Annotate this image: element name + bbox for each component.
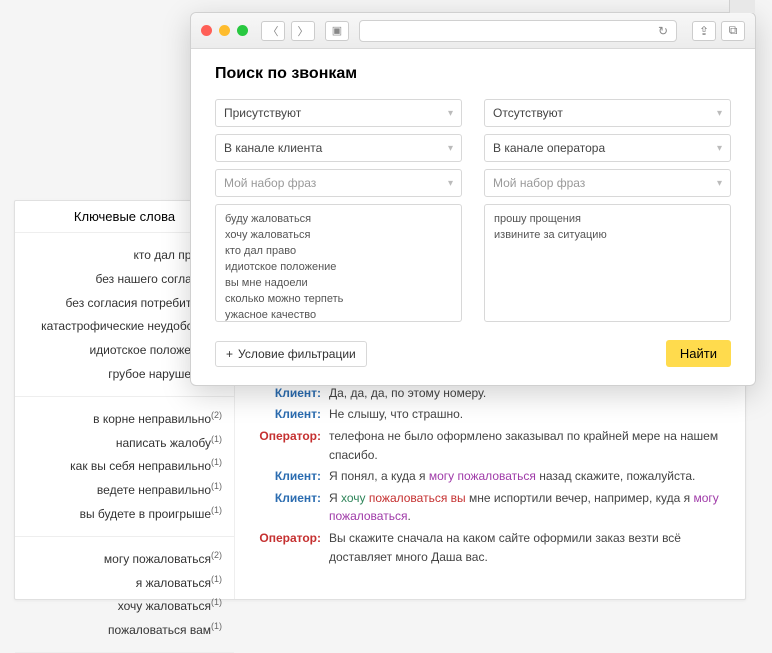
page-title: Поиск по звонкам [215, 65, 731, 83]
channel-select[interactable]: В канале оператора▾ [484, 134, 731, 162]
plus-icon: + [226, 347, 233, 361]
transcript-text: Вы скажите сначала на каком сайте оформи… [329, 529, 727, 566]
speaker-label: Клиент: [249, 405, 321, 424]
address-bar[interactable]: ↻ [359, 20, 677, 42]
transcript-row: Клиент:Я хочу пожаловаться вы мне испорт… [249, 489, 727, 526]
chevron-down-icon: ▾ [448, 178, 453, 189]
keyword-group: в корне неправильно(2)написать жалобу(1)… [15, 397, 234, 537]
filter-column-present: Присутствуют▾ В канале клиента▾ Мой набо… [215, 99, 462, 322]
chevron-down-icon: ▾ [448, 143, 453, 154]
transcript-row: Оператор:Вы скажите сначала на каком сай… [249, 529, 727, 566]
window-titlebar: 〈 〉 ▣ ↻ ⇪ ⧉ [191, 13, 755, 49]
transcript-text: Не слышу, что страшно. [329, 405, 727, 424]
chevron-down-icon: ▾ [448, 108, 453, 119]
speaker-label: Клиент: [249, 384, 321, 403]
new-tab-button[interactable]: + [729, 0, 755, 13]
transcript-text: Я понял, а куда я могу пожаловаться наза… [329, 467, 727, 486]
chevron-down-icon: ▾ [717, 108, 722, 119]
speaker-label: Оператор: [249, 427, 321, 464]
phrases-input-left[interactable]: буду жаловатьсяхочу жаловатьсякто дал пр… [215, 204, 462, 322]
transcript-row: Оператор:телефона не было оформлено зака… [249, 427, 727, 464]
chevron-down-icon: ▾ [717, 143, 722, 154]
back-button[interactable]: 〈 [261, 21, 285, 41]
tabs-icon[interactable]: ⧉ [721, 21, 745, 41]
presence-select[interactable]: Отсутствуют▾ [484, 99, 731, 127]
transcript-row: Клиент: Я понял, а куда я могу пожаловать… [249, 467, 727, 486]
transcript-text: Да, да, да, по этому номеру. [329, 384, 727, 403]
phrase-set-select[interactable]: Мой набор фраз▾ [215, 169, 462, 197]
chevron-down-icon: ▾ [717, 178, 722, 189]
transcript-row: Клиент: Да, да, да, по этому номеру. [249, 384, 727, 403]
filter-column-absent: Отсутствуют▾ В канале оператора▾ Мой наб… [484, 99, 731, 322]
presence-select[interactable]: Присутствуют▾ [215, 99, 462, 127]
find-button[interactable]: Найти [666, 340, 731, 367]
phrases-input-right[interactable]: прошу прощенияизвините за ситуацию [484, 204, 731, 322]
keyword-group: могу пожаловаться(2)я жаловаться(1)хочу … [15, 537, 234, 653]
maximize-icon[interactable] [237, 25, 248, 36]
search-form: Поиск по звонкам Присутствуют▾ В канале … [191, 49, 755, 385]
browser-window: 〈 〉 ▣ ↻ ⇪ ⧉ + Поиск по звонкам Присутств… [190, 12, 756, 386]
share-icon[interactable]: ⇪ [692, 21, 716, 41]
forward-button[interactable]: 〉 [291, 21, 315, 41]
add-filter-button[interactable]: +Условие фильтрации [215, 341, 367, 367]
transcript-row: Клиент: Не слышу, что страшно. [249, 405, 727, 424]
transcript-text: Я хочу пожаловаться вы мне испортили веч… [329, 489, 727, 526]
speaker-label: Оператор: [249, 529, 321, 566]
channel-select[interactable]: В канале клиента▾ [215, 134, 462, 162]
sidebar-toggle-icon[interactable]: ▣ [325, 21, 349, 41]
speaker-label: Клиент: [249, 489, 321, 526]
phrase-set-select[interactable]: Мой набор фраз▾ [484, 169, 731, 197]
minimize-icon[interactable] [219, 25, 230, 36]
speaker-label: Клиент: [249, 467, 321, 486]
transcript-text: телефона не было оформлено заказывал по … [329, 427, 727, 464]
close-icon[interactable] [201, 25, 212, 36]
